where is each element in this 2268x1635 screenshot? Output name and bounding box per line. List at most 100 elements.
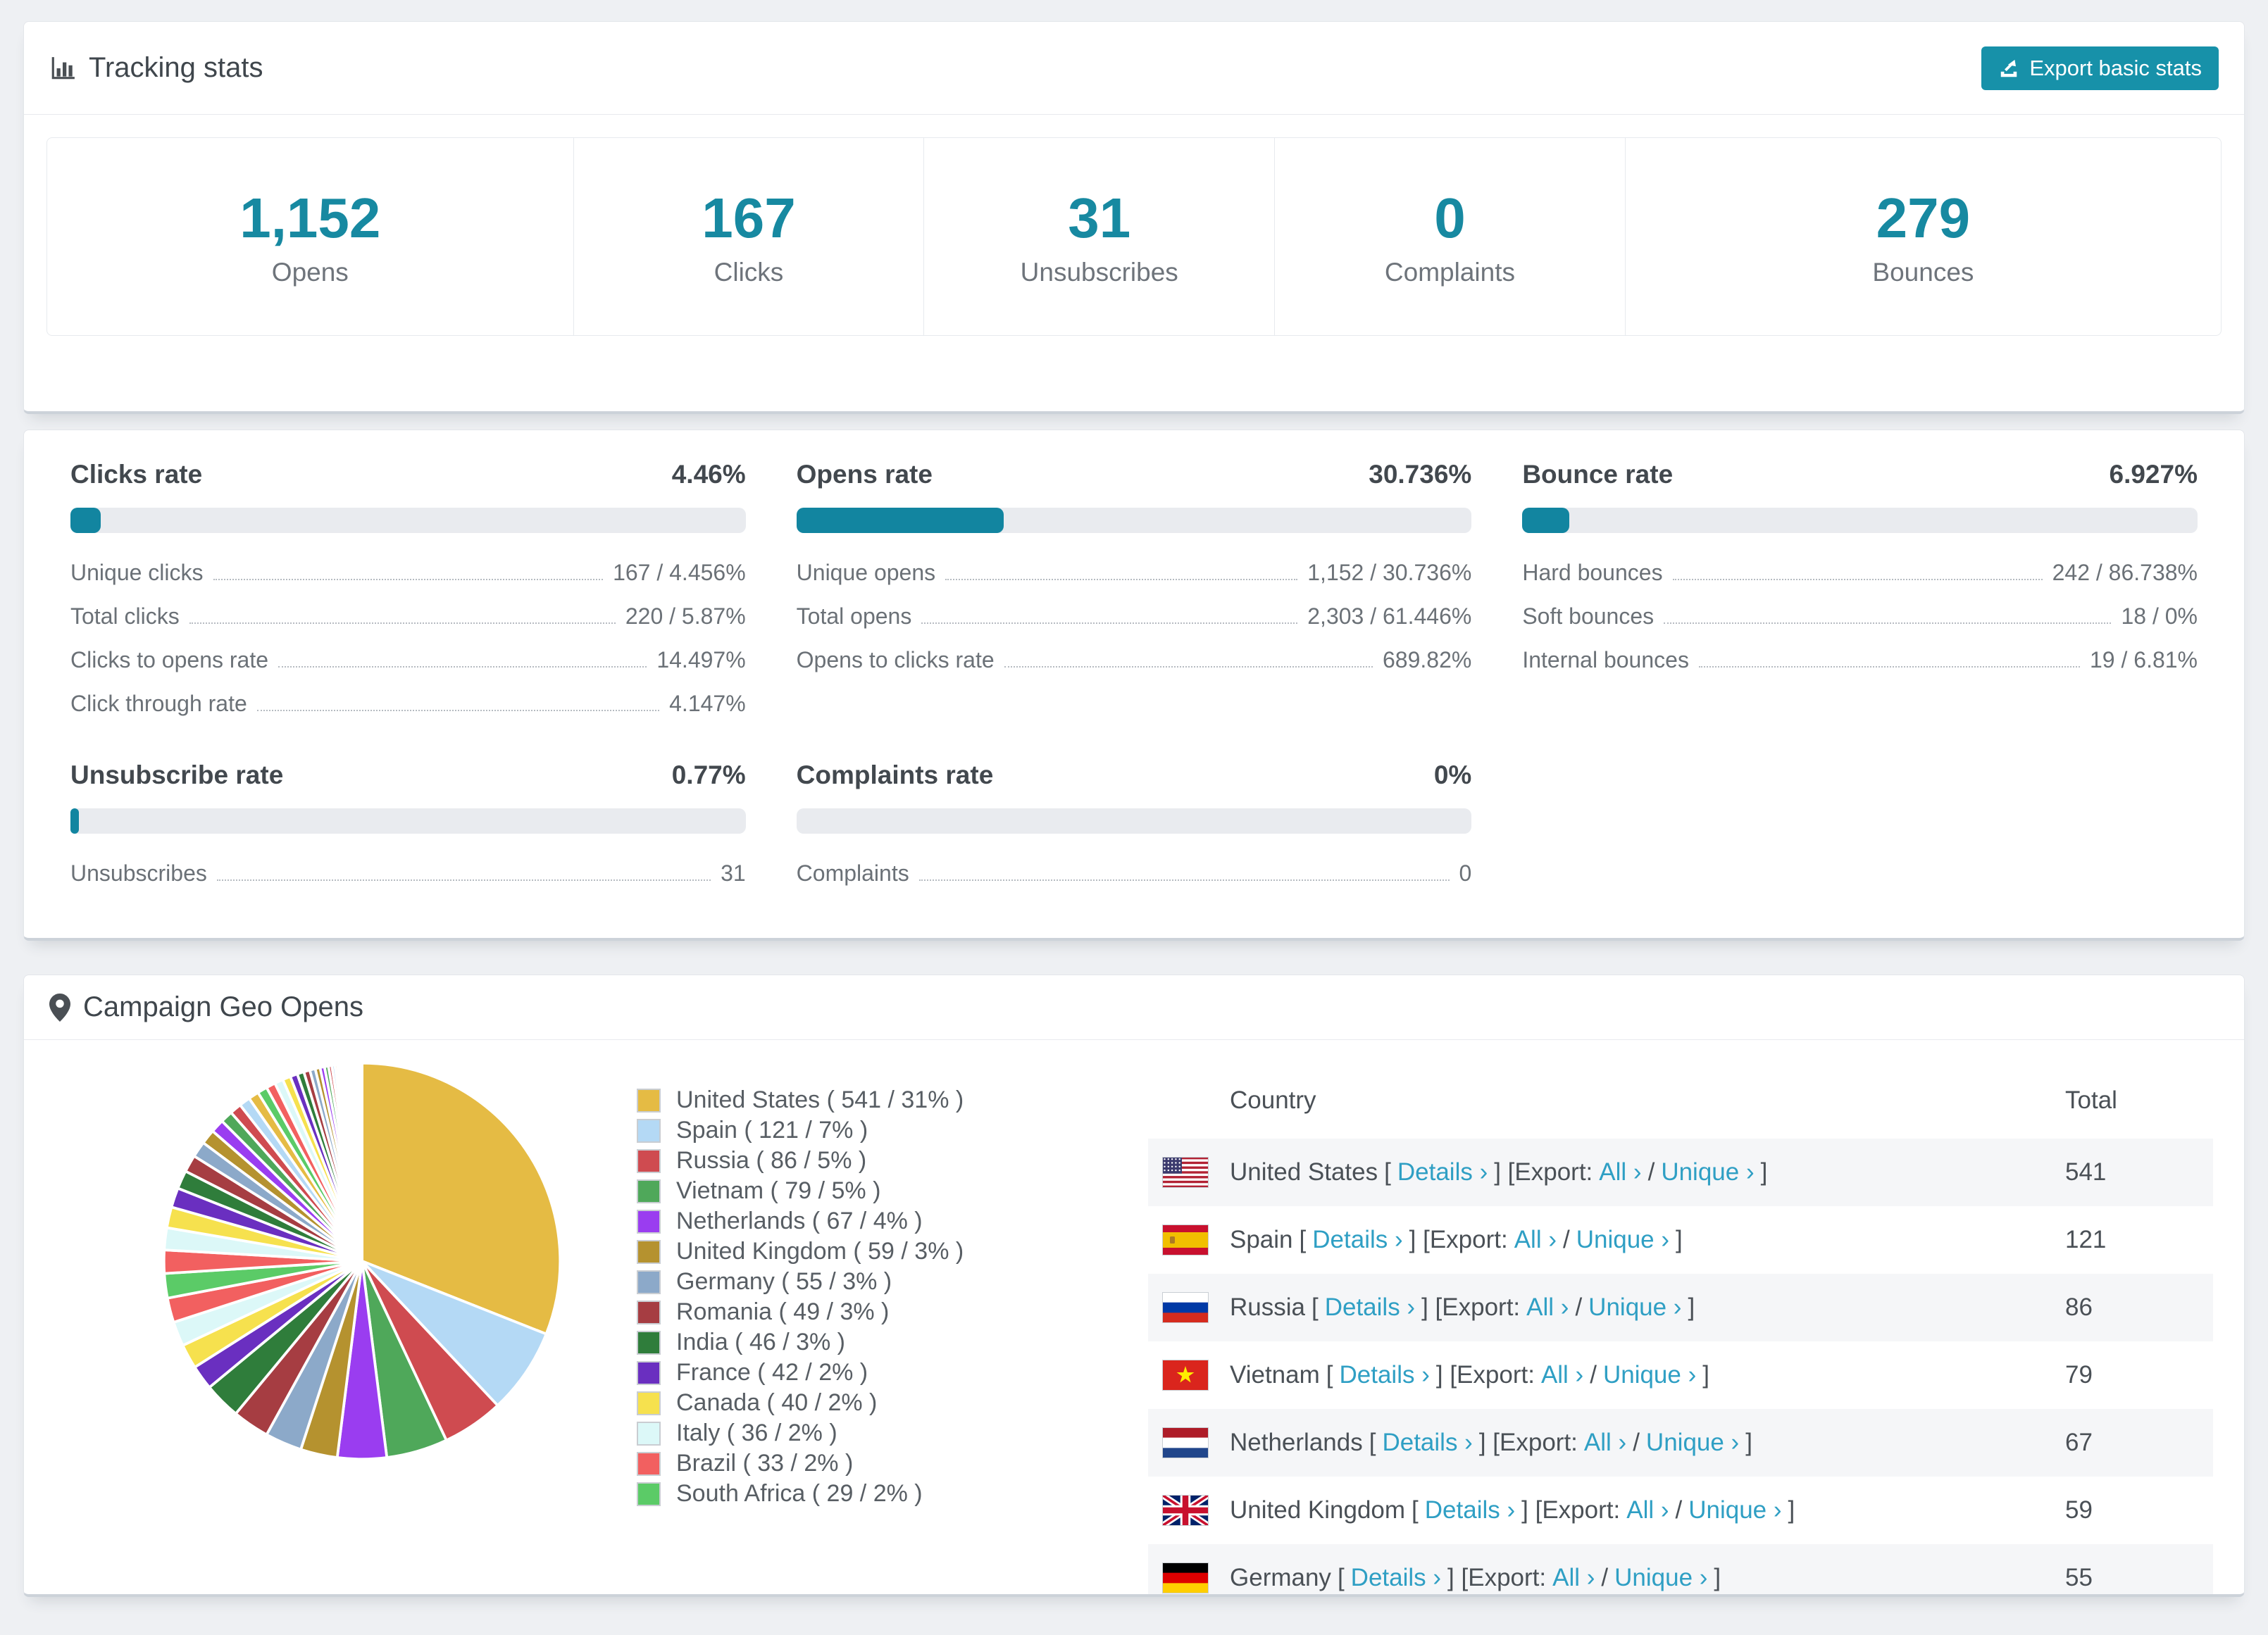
rate-block: Opens rate 30.736% Unique opens 1,152 / … — [796, 460, 1472, 717]
export-all-link[interactable]: All › — [1599, 1158, 1641, 1186]
legend-label: Brazil ( 33 / 2% ) — [676, 1450, 854, 1477]
map-marker-icon — [49, 993, 70, 1022]
export-all-link[interactable]: All › — [1584, 1429, 1626, 1457]
legend-item[interactable]: Vietnam ( 79 / 5% ) — [637, 1176, 1123, 1206]
details-link[interactable]: Details › — [1325, 1293, 1415, 1322]
legend-item[interactable]: Romania ( 49 / 3% ) — [637, 1297, 1123, 1327]
export-all-link[interactable]: All › — [1541, 1361, 1583, 1389]
country-name: United States — [1230, 1158, 1378, 1186]
bracket-close: ] — [1745, 1429, 1752, 1456]
legend-color-swatch — [637, 1360, 661, 1385]
table-row: Russia [Details ›] [Export: All › / Uniq… — [1148, 1274, 2213, 1341]
dotted-leader — [1698, 666, 2080, 668]
export-unique-link[interactable]: Unique › — [1576, 1226, 1669, 1254]
country-flag-icon — [1162, 1427, 1209, 1459]
legend-color-swatch — [637, 1481, 661, 1506]
stats-row: 1,152 Opens 167 Clicks 31 Unsubscribes 0… — [46, 137, 2222, 336]
bar-chart-icon — [49, 55, 76, 82]
rate-title: Opens rate — [796, 460, 933, 489]
legend-item[interactable]: United States ( 541 / 31% ) — [637, 1085, 1123, 1115]
export-unique-link[interactable]: Unique › — [1588, 1293, 1681, 1322]
details-link[interactable]: Details › — [1312, 1226, 1402, 1254]
column-header-total: Total — [2065, 1086, 2117, 1114]
legend-item[interactable]: Netherlands ( 67 / 4% ) — [637, 1206, 1123, 1236]
legend-color-swatch — [637, 1209, 661, 1234]
details-link[interactable]: Details › — [1340, 1361, 1430, 1389]
export-unique-link[interactable]: Unique › — [1603, 1361, 1696, 1389]
export-unique-link[interactable]: Unique › — [1614, 1564, 1707, 1592]
export-all-link[interactable]: All › — [1526, 1293, 1569, 1322]
details-link[interactable]: Details › — [1397, 1158, 1488, 1186]
legend-label: Netherlands ( 67 / 4% ) — [676, 1208, 923, 1234]
country-total: 59 — [2065, 1496, 2093, 1524]
legend-label: United States ( 541 / 31% ) — [676, 1086, 964, 1113]
bracket-open: [ — [1299, 1226, 1307, 1253]
stat-box: 31 Unsubscribes — [923, 138, 1274, 335]
rate-block: Unsubscribe rate 0.77% Unsubscribes 31 — [70, 760, 746, 887]
legend-item[interactable]: Russia ( 86 / 5% ) — [637, 1146, 1123, 1176]
rate-detail-label: Complaints — [796, 860, 909, 886]
rate-progress-bar — [796, 508, 1472, 533]
legend-label: Russia ( 86 / 5% ) — [676, 1147, 867, 1174]
export-prefix: ] [Export: — [1421, 1293, 1521, 1321]
country-total: 55 — [2065, 1564, 2093, 1591]
rate-detail-value: 0 — [1459, 860, 1472, 886]
legend-item[interactable]: Canada ( 40 / 2% ) — [637, 1388, 1123, 1418]
geo-table: Country Total United States [Details ›] … — [1148, 1075, 2213, 1594]
legend-item[interactable]: Italy ( 36 / 2% ) — [637, 1418, 1123, 1448]
details-link[interactable]: Details › — [1382, 1429, 1472, 1457]
details-link[interactable]: Details › — [1425, 1496, 1515, 1524]
stat-box: 0 Complaints — [1274, 138, 1625, 335]
dotted-leader — [1664, 622, 2112, 624]
country-name: United Kingdom — [1230, 1496, 1406, 1524]
geo-opens-card: Campaign Geo Opens United States Spain Rus… — [23, 975, 2245, 1597]
rate-value: 4.46% — [671, 460, 746, 489]
legend-label: India ( 46 / 3% ) — [676, 1329, 846, 1355]
legend-item[interactable]: India ( 46 / 3% ) — [637, 1327, 1123, 1358]
export-unique-link[interactable]: Unique › — [1661, 1158, 1754, 1186]
legend-color-swatch — [637, 1148, 661, 1173]
export-all-link[interactable]: All › — [1552, 1564, 1595, 1592]
export-all-link[interactable]: All › — [1626, 1496, 1669, 1524]
legend-label: Spain ( 121 / 7% ) — [676, 1117, 868, 1144]
rate-detail-value: 167 / 4.456% — [613, 560, 746, 585]
bracket-close: ] — [1676, 1226, 1683, 1253]
export-basic-stats-button[interactable]: Export basic stats — [1981, 46, 2219, 90]
export-prefix: ] [Export: — [1435, 1361, 1535, 1389]
page: Tracking stats Export basic stats 1,152 … — [0, 21, 2268, 1597]
link-separator: / — [1633, 1429, 1640, 1456]
legend-color-swatch — [637, 1330, 661, 1355]
legend-label: United Kingdom ( 59 / 3% ) — [676, 1238, 964, 1265]
tracking-stats-card: Tracking stats Export basic stats 1,152 … — [23, 21, 2245, 414]
legend-item[interactable]: Germany ( 55 / 3% ) — [637, 1267, 1123, 1297]
rate-detail-label: Soft bounces — [1522, 603, 1655, 629]
bracket-open: [ — [1311, 1293, 1319, 1321]
country-total: 121 — [2065, 1226, 2107, 1253]
country-name: Spain — [1230, 1226, 1293, 1253]
country-flag-icon — [1162, 1562, 1209, 1594]
rate-progress-fill — [70, 508, 101, 533]
legend-label: Germany ( 55 / 3% ) — [676, 1268, 892, 1295]
rate-progress-bar — [1522, 508, 2198, 533]
rate-detail-row: Total clicks 220 / 5.87% — [70, 603, 746, 629]
export-all-link[interactable]: All › — [1514, 1226, 1557, 1254]
legend-label: Canada ( 40 / 2% ) — [676, 1389, 878, 1416]
rate-title: Unsubscribe rate — [70, 760, 284, 789]
rate-detail-value: 2,303 / 61.446% — [1307, 603, 1472, 629]
rate-detail-label: Hard bounces — [1522, 560, 1663, 585]
export-unique-link[interactable]: Unique › — [1688, 1496, 1781, 1524]
legend-item[interactable]: Spain ( 121 / 7% ) — [637, 1115, 1123, 1146]
legend-label: South Africa ( 29 / 2% ) — [676, 1480, 923, 1507]
table-row: Spain [Details ›] [Export: All › / Uniqu… — [1148, 1206, 2213, 1274]
details-link[interactable]: Details › — [1351, 1564, 1441, 1592]
legend-item[interactable]: United Kingdom ( 59 / 3% ) — [637, 1236, 1123, 1267]
stat-label: Bounces — [1872, 258, 1974, 287]
pie-slice[interactable] — [360, 1061, 363, 1263]
export-unique-link[interactable]: Unique › — [1646, 1429, 1739, 1457]
rate-value: 0% — [1433, 760, 1472, 789]
legend-item[interactable]: France ( 42 / 2% ) — [637, 1358, 1123, 1388]
rate-detail-row: Unique clicks 167 / 4.456% — [70, 560, 746, 586]
legend-item[interactable]: Brazil ( 33 / 2% ) — [637, 1448, 1123, 1479]
legend-item[interactable]: South Africa ( 29 / 2% ) — [637, 1479, 1123, 1509]
header-divider — [24, 114, 2244, 115]
